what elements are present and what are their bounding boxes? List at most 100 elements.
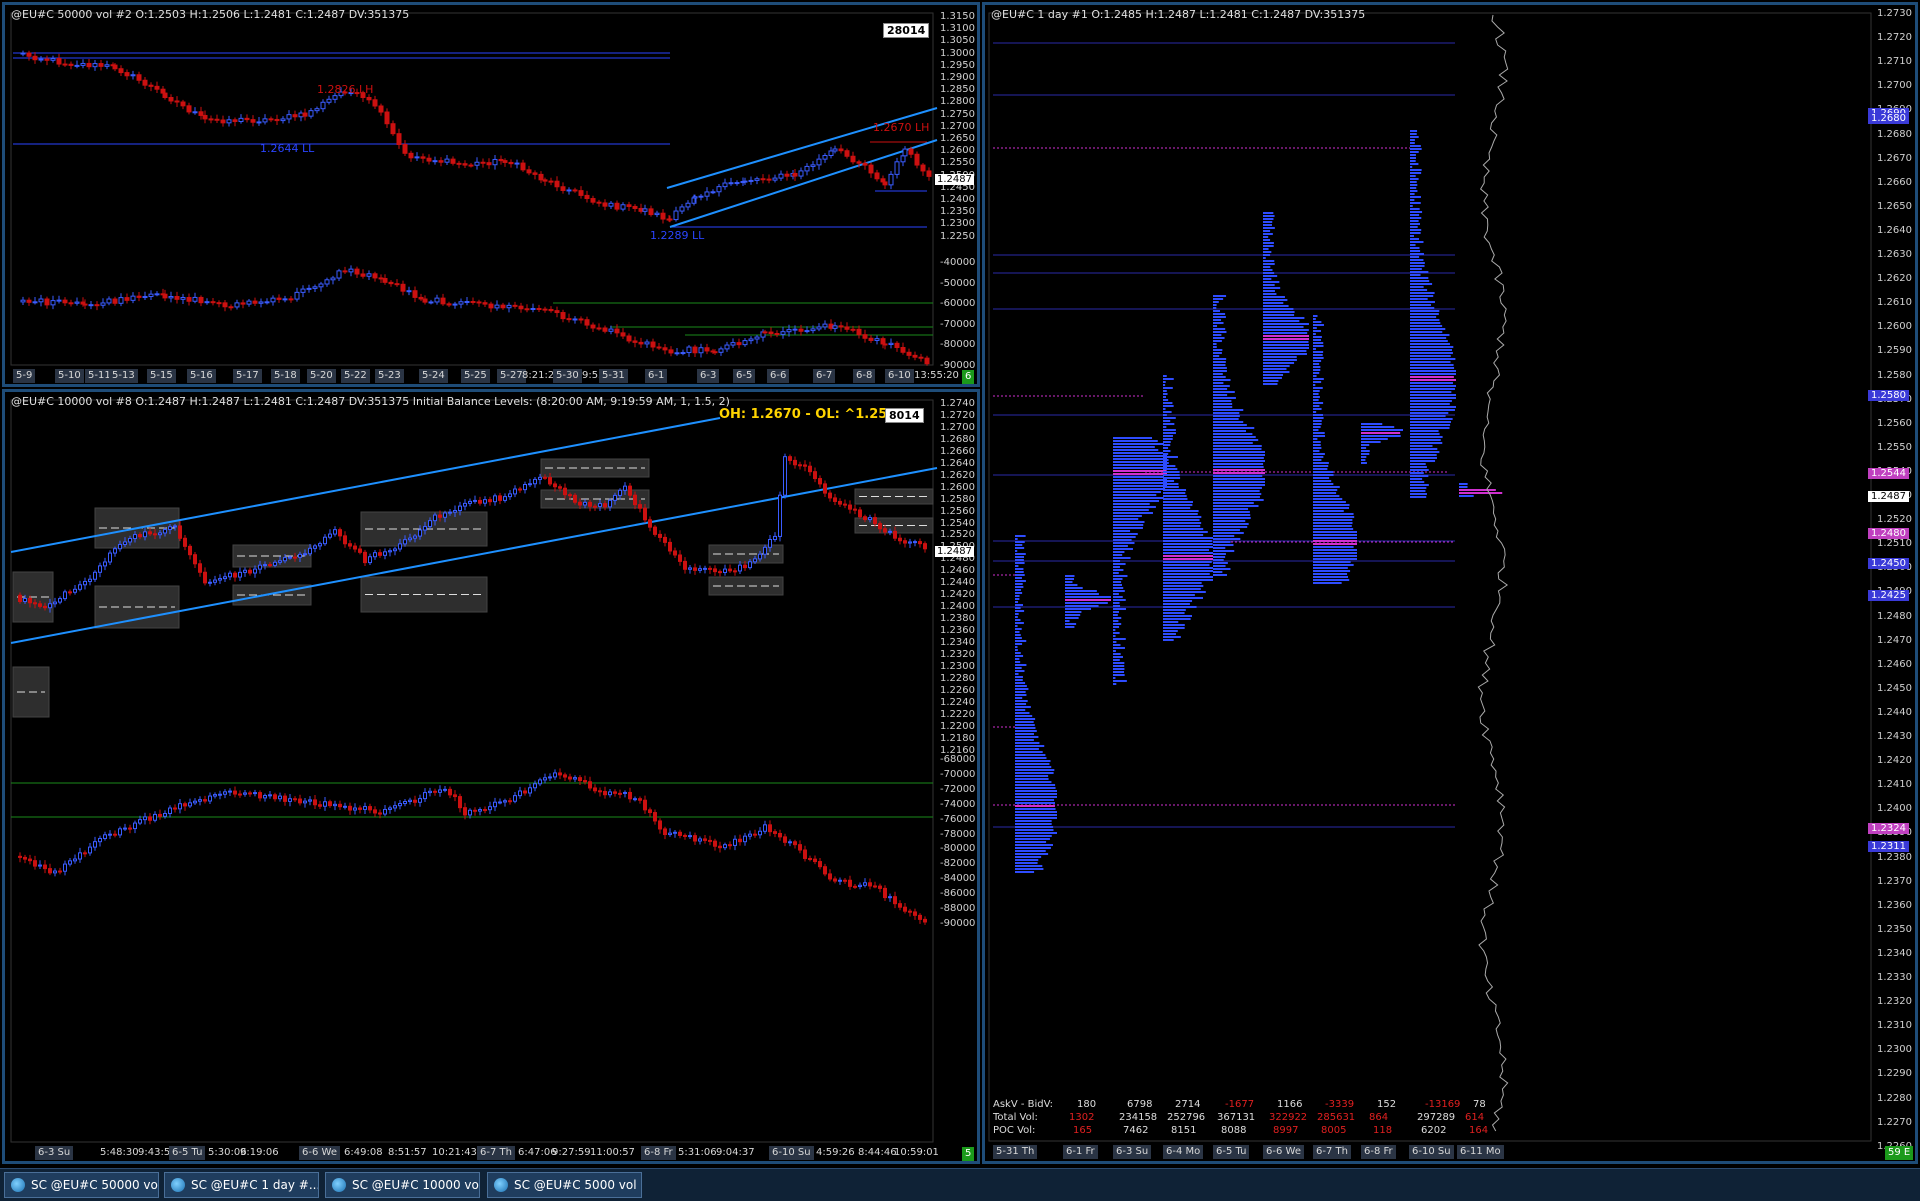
price-candle bbox=[128, 538, 132, 543]
profile-bar bbox=[1015, 616, 1018, 618]
profile-bar bbox=[1015, 631, 1020, 633]
price-candle bbox=[268, 564, 272, 567]
delta-candle bbox=[68, 860, 72, 865]
profile-bar bbox=[1313, 435, 1326, 437]
profile-bar bbox=[1213, 373, 1223, 375]
profile-bar bbox=[1015, 799, 1055, 801]
price-candle bbox=[186, 105, 192, 113]
taskbar-item-10000-vol[interactable]: SC @EU#C 10000 vo... bbox=[325, 1172, 480, 1198]
profile-bar bbox=[1163, 408, 1166, 410]
profile-bar bbox=[1313, 501, 1346, 503]
profile-bar bbox=[1213, 382, 1224, 384]
price-candle bbox=[513, 488, 517, 495]
profile-bar bbox=[1213, 484, 1265, 486]
chart-corner-indicator: 59 E bbox=[1885, 1146, 1914, 1160]
delta-candle bbox=[712, 351, 718, 354]
profile-bar bbox=[1015, 637, 1022, 639]
price-candle bbox=[143, 531, 147, 538]
delta-candle bbox=[778, 832, 782, 838]
time-axis[interactable]: 6-3 Su 5:48:30 9:43:52 6-5 Tu 5:30:06 9:19:06… bbox=[5, 1146, 977, 1161]
profile-bar bbox=[1163, 432, 1176, 434]
profile-bar bbox=[1410, 370, 1456, 372]
price-candle bbox=[320, 101, 326, 110]
delta-candle bbox=[476, 301, 482, 304]
delta-candle bbox=[832, 325, 838, 329]
profile-bar bbox=[1410, 295, 1434, 297]
profile-bar bbox=[1410, 310, 1440, 312]
delta-candle bbox=[723, 844, 727, 849]
delta-candle bbox=[408, 799, 412, 803]
chart-window-50000-vol[interactable]: 1.2826 LH 1.2644 LL 1.2289 LL 1.2670 LH @EU… bbox=[2, 2, 980, 387]
price-candle bbox=[888, 530, 892, 533]
time-axis[interactable]: 5-31 Th 6-1 Fr 6-3 Su 6-4 Mo 6-5 Tu 6-6 We 6-7… bbox=[985, 1145, 1915, 1161]
profile-bar bbox=[1213, 487, 1262, 489]
highlighted-price-label: 1.2487 bbox=[1868, 491, 1909, 502]
profile-bar bbox=[1410, 418, 1453, 420]
profile-bar bbox=[1113, 437, 1153, 439]
time-axis[interactable]: 5-9 5-10 5-11 5-13 5-15 5-16 5-17 5-18 5-20 5-22 5… bbox=[5, 369, 977, 384]
profile-bar bbox=[1410, 229, 1422, 231]
profile-bar bbox=[1213, 334, 1222, 336]
price-candle bbox=[633, 494, 637, 506]
taskbar-item-1-day[interactable]: SC @EU#C 1 day #... bbox=[164, 1172, 319, 1198]
price-candle bbox=[810, 164, 816, 167]
price-candle bbox=[488, 499, 492, 503]
profile-bar bbox=[1065, 623, 1077, 625]
delta-candle bbox=[718, 845, 722, 849]
chart-window-10000-vol[interactable]: @EU#C 10000 vol #8 O:1.2487 H:1.2487 L:1… bbox=[2, 389, 980, 1164]
price-candle bbox=[244, 117, 250, 121]
price-candle bbox=[626, 204, 632, 207]
delta-candle bbox=[833, 878, 837, 882]
profile-bar bbox=[1113, 605, 1121, 607]
candlestick-chart-50000-vol[interactable]: 1.2826 LH1.2644 LL1.2289 LL1.2670 LH bbox=[5, 5, 977, 384]
price-candle bbox=[658, 533, 662, 538]
delta-candle bbox=[128, 827, 132, 830]
time-tick-label: 6-5 Tu bbox=[169, 1146, 206, 1160]
profile-bar bbox=[1410, 484, 1429, 486]
price-candle bbox=[414, 156, 420, 159]
profile-bar bbox=[1015, 811, 1057, 813]
delta-candle bbox=[142, 296, 148, 299]
price-candle bbox=[444, 158, 450, 163]
taskbar-item-50000-vol[interactable]: SC @EU#C 50000 vo... bbox=[4, 1172, 159, 1198]
profile-bar bbox=[1213, 316, 1226, 318]
price-candle bbox=[373, 552, 377, 558]
profile-bar bbox=[1213, 433, 1253, 435]
profile-bar bbox=[1410, 451, 1440, 453]
app-icon bbox=[171, 1178, 185, 1192]
profile-bar bbox=[1015, 601, 1019, 603]
delta-candle bbox=[228, 306, 234, 309]
profile-bar bbox=[1113, 563, 1126, 565]
candlestick-chart-10000-vol[interactable] bbox=[5, 392, 977, 1161]
price-candle bbox=[232, 119, 238, 123]
time-tick-label: 5-16 bbox=[187, 369, 216, 383]
total-volume-value: 252796 bbox=[1167, 1112, 1206, 1123]
price-candle bbox=[838, 500, 842, 505]
delta-candle bbox=[273, 794, 277, 800]
delta-candle bbox=[188, 802, 192, 807]
price-candle bbox=[136, 74, 142, 81]
volume-profile-chart[interactable] bbox=[985, 5, 1915, 1161]
profile-bar bbox=[1313, 450, 1320, 452]
price-candle bbox=[903, 540, 907, 544]
chart-window-1-day-profile[interactable]: @EU#C 1 day #1 O:1.2485 H:1.2487 L:1.248… bbox=[982, 2, 1918, 1164]
profile-bar bbox=[1113, 461, 1167, 463]
delta-candle bbox=[243, 792, 247, 795]
taskbar-item-5000-vol[interactable]: SC @EU#C 5000 vol ... bbox=[487, 1172, 642, 1198]
delta-candle bbox=[786, 329, 792, 333]
price-candle bbox=[773, 535, 777, 541]
profile-bar bbox=[1410, 427, 1450, 429]
profile-poc-bar bbox=[1163, 558, 1213, 560]
profile-poc-bar bbox=[1313, 540, 1357, 542]
time-tick-label: 11:00:57 bbox=[590, 1147, 635, 1158]
profile-poc-bar bbox=[1263, 335, 1309, 337]
delta-candle bbox=[888, 896, 892, 899]
profile-bar bbox=[1213, 439, 1259, 441]
price-candle bbox=[748, 561, 752, 569]
price-candle bbox=[883, 528, 887, 533]
profile-bar bbox=[1410, 250, 1421, 252]
profile-bar bbox=[1313, 528, 1354, 530]
delta-candle bbox=[804, 330, 810, 333]
price-candle bbox=[578, 501, 582, 506]
price-candle bbox=[823, 483, 827, 494]
